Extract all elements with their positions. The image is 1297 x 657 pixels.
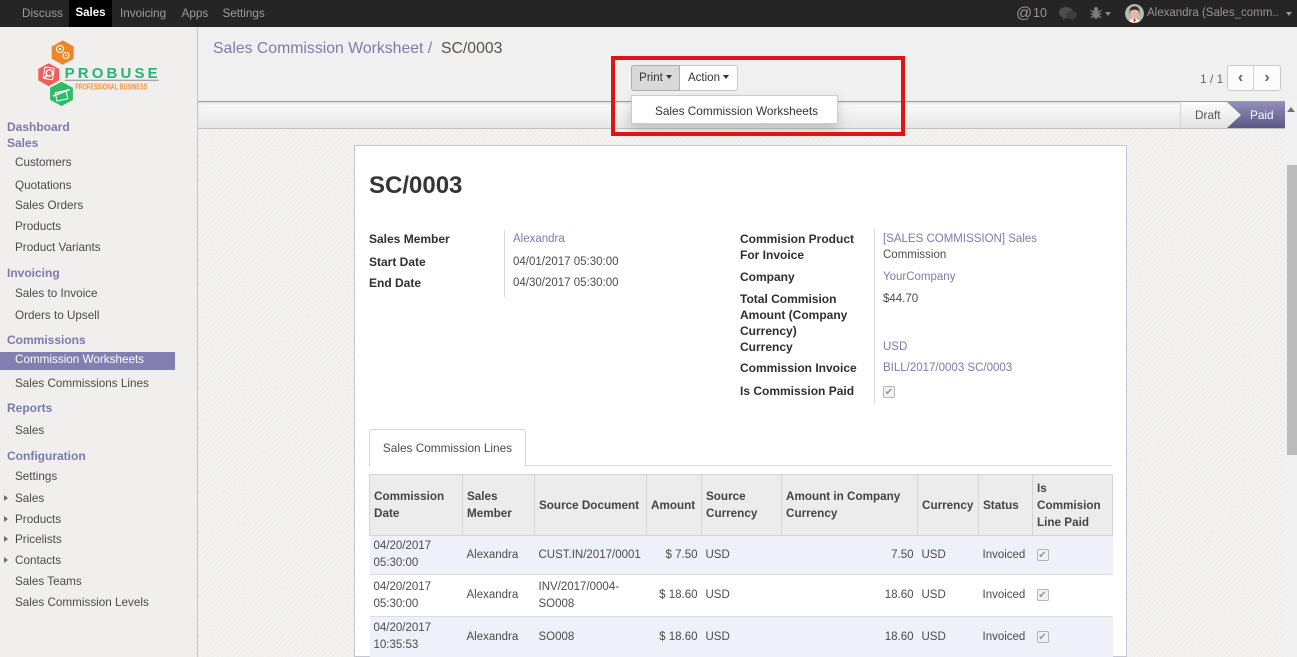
svg-text:PROBUSE: PROBUSE — [65, 65, 158, 82]
svg-text:PROFESSIONAL BUSINESS: PROFESSIONAL BUSINESS — [75, 82, 147, 92]
